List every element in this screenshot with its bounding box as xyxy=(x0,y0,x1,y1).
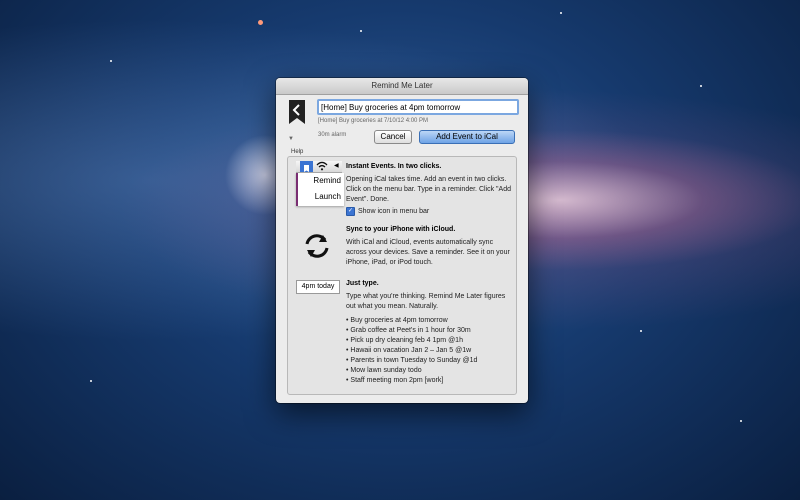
sync-section: Sync to your iPhone with iCloud. With iC… xyxy=(346,226,511,268)
parsed-preview: [Home] Buy groceries at 7/10/12 4:00 PM xyxy=(318,118,429,124)
help-disclosure-triangle[interactable]: ▼ xyxy=(288,136,294,142)
menubar-app-icon xyxy=(300,161,313,172)
instant-title: Instant Events. In two clicks. xyxy=(346,163,442,170)
list-item: Parents in town Tuesday to Sunday @1d xyxy=(346,356,511,366)
event-input[interactable] xyxy=(317,99,519,115)
list-item: Mow lawn sunday todo xyxy=(346,366,511,376)
app-window: Remind Me Later [Home] Buy groceries at … xyxy=(276,78,528,403)
app-bookmark-icon xyxy=(289,100,305,124)
instant-body: Opening iCal takes time. Add an event in… xyxy=(346,176,511,203)
today-example-field: 4pm today xyxy=(296,280,340,294)
star xyxy=(258,20,263,25)
volume-icon: ◀ xyxy=(334,163,339,169)
star xyxy=(110,60,112,62)
show-icon-label: Show icon in menu bar xyxy=(358,208,430,215)
list-item: Pick up dry cleaning feb 4 1pm @1h xyxy=(346,336,511,346)
examples-list: Buy groceries at 4pm tomorrow Grab coffe… xyxy=(346,316,511,386)
list-item: Staff meeting mon 2pm [work] xyxy=(346,376,511,386)
help-label[interactable]: Help xyxy=(291,149,303,155)
star xyxy=(90,380,92,382)
sync-icon xyxy=(305,234,329,258)
star xyxy=(560,12,562,14)
just-type-body: Type what you're thinking. Remind Me Lat… xyxy=(346,293,506,310)
cancel-button[interactable]: Cancel xyxy=(374,130,412,144)
show-icon-checkbox[interactable]: ✓ xyxy=(346,207,355,216)
add-event-button[interactable]: Add Event to iCal xyxy=(419,130,515,144)
list-item: Hawaii on vacation Jan 2 – Jan 5 @1w xyxy=(346,346,511,356)
star xyxy=(640,330,642,332)
menu-bar-illustration: ◀ Remind Launch xyxy=(296,161,344,207)
window-title[interactable]: Remind Me Later xyxy=(276,78,528,95)
instant-events-section: Instant Events. In two clicks. Opening i… xyxy=(346,163,511,216)
list-item: Buy groceries at 4pm tomorrow xyxy=(346,316,511,326)
show-icon-row[interactable]: ✓ Show icon in menu bar xyxy=(346,207,511,216)
just-type-section: Just type. Type what you're thinking. Re… xyxy=(346,280,511,386)
menu-item-remind: Remind xyxy=(313,176,341,185)
sync-title: Sync to your iPhone with iCloud. xyxy=(346,226,456,233)
help-panel: ◀ Remind Launch 4pm today Instant Events… xyxy=(287,156,517,395)
star xyxy=(740,420,742,422)
menubar-strip: ◀ xyxy=(296,161,342,173)
star xyxy=(700,85,702,87)
star xyxy=(360,30,362,32)
sync-body: With iCal and iCloud, events automatical… xyxy=(346,239,510,266)
just-type-title: Just type. xyxy=(346,280,379,287)
menu-dropdown: Remind Launch xyxy=(296,173,344,206)
alarm-label: 30m alarm xyxy=(318,132,347,138)
list-item: Grab coffee at Peet's in 1 hour for 30m xyxy=(346,326,511,336)
menu-item-launch: Launch xyxy=(314,192,341,201)
